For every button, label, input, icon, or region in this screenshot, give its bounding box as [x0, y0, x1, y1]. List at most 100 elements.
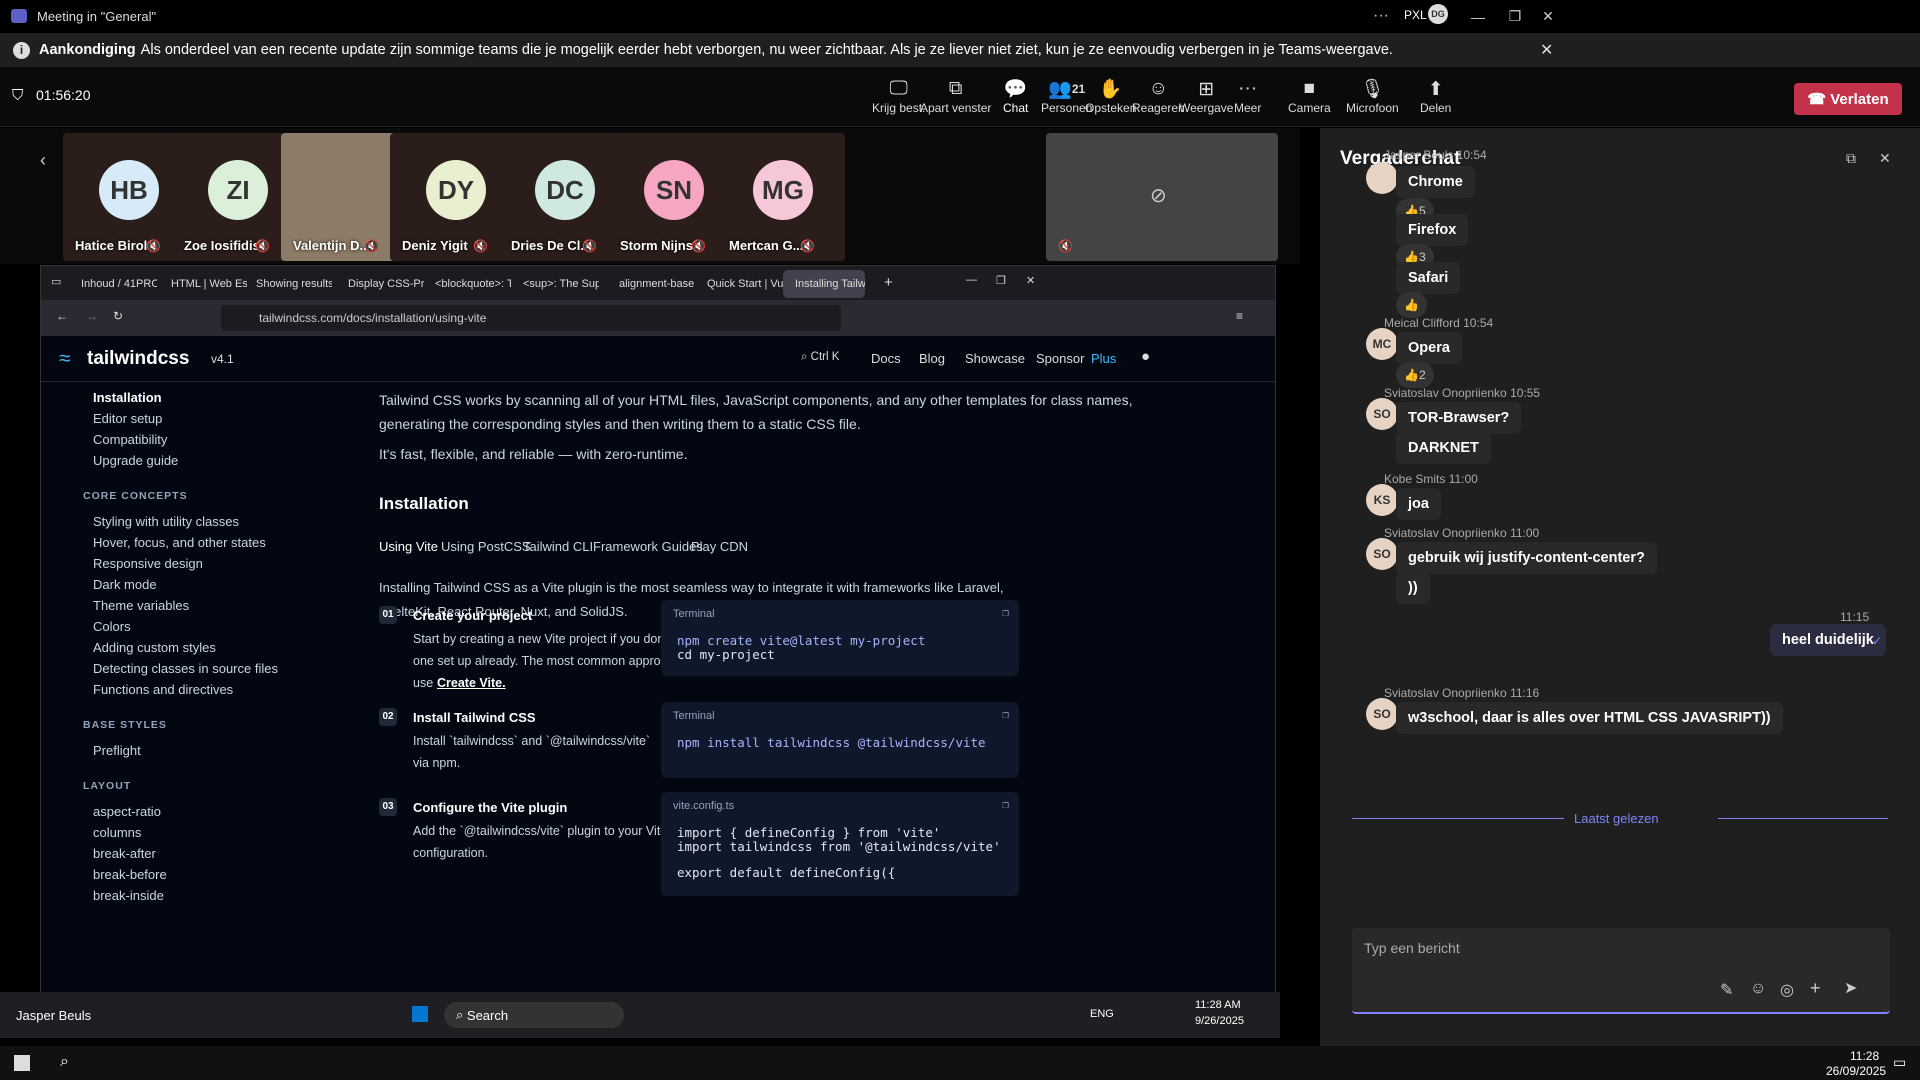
browser-tab[interactable]: Installing Tailw...	[783, 270, 865, 298]
search-icon[interactable]: ⌕	[60, 1053, 69, 1071]
view-button[interactable]: ⊞ Weergave	[1179, 77, 1233, 116]
sidebar-item[interactable]: Responsive design	[93, 556, 203, 571]
restore-icon[interactable]: ❐	[996, 274, 1006, 287]
more-icon[interactable]: ···	[1373, 7, 1389, 25]
nav-blog[interactable]: Blog	[919, 351, 945, 366]
sidebar-item[interactable]: Hover, focus, and other states	[93, 535, 266, 550]
search-box[interactable]: ⌕ Search	[444, 1002, 624, 1028]
forward-icon[interactable]: →	[86, 309, 98, 323]
close-icon[interactable]: ✕	[1879, 150, 1891, 167]
install-tab[interactable]: Framework Guides	[593, 539, 703, 554]
sidebar-item[interactable]: Adding custom styles	[93, 640, 216, 655]
participant-tile[interactable]: MG Mertcan G... 🔇	[717, 133, 845, 261]
sidebar-item[interactable]: Theme variables	[93, 598, 189, 613]
sidebar-item[interactable]: columns	[93, 825, 141, 840]
format-icon[interactable]: ✎	[1720, 980, 1733, 1000]
nav-docs[interactable]: Docs	[871, 351, 901, 366]
sidebar-item[interactable]: Upgrade guide	[93, 453, 178, 468]
version-select[interactable]: v4.1	[211, 352, 234, 366]
notification-icon[interactable]: ▭	[1893, 1054, 1906, 1071]
nav-showcase[interactable]: Showcase	[965, 351, 1025, 366]
sidebar-item[interactable]: break-after	[93, 846, 156, 861]
browser-tab[interactable]: HTML | Web Esse...	[159, 270, 247, 298]
avatar[interactable]: DG	[1428, 4, 1448, 24]
language-indicator[interactable]: ENG	[1090, 1008, 1114, 1020]
camera-button[interactable]: ■ Camera	[1288, 77, 1331, 115]
share-button[interactable]: ⬆ Delen	[1420, 77, 1451, 116]
sidebar-item[interactable]: break-inside	[93, 888, 164, 903]
copy-icon[interactable]: ❐	[1002, 606, 1009, 619]
url-field[interactable]: tailwindcss.com/docs/installation/using-…	[221, 305, 841, 331]
screen-button[interactable]: 🖵 Krijg best.	[872, 77, 925, 115]
new-tab-icon[interactable]: +	[884, 274, 893, 291]
raise-hand-button[interactable]: ✋ Opsteken	[1085, 77, 1136, 115]
more-button[interactable]: ··· Meer	[1234, 77, 1261, 115]
prev-icon[interactable]: ‹	[40, 150, 46, 171]
chat-message[interactable]: TOR-Brawser?	[1396, 402, 1522, 434]
copy-icon[interactable]: ❐	[1002, 708, 1009, 721]
install-tab[interactable]: Using PostCSS	[441, 539, 531, 554]
menu-icon[interactable]: ≡	[1236, 309, 1243, 323]
create-vite-link[interactable]: Create Vite.	[437, 676, 506, 690]
chat-message[interactable]: Chrome	[1396, 166, 1475, 198]
nav-plus[interactable]: Plus	[1091, 351, 1116, 366]
chat-message[interactable]: Safari	[1396, 262, 1461, 294]
close-banner-icon[interactable]: ✕	[1540, 40, 1553, 60]
tab-list-icon[interactable]: ▭	[51, 275, 61, 288]
mic-button[interactable]: 🎙 Microfoon	[1346, 77, 1399, 115]
leave-button[interactable]: ☎ Verlaten	[1794, 83, 1902, 115]
browser-tab[interactable]: Showing results f...	[244, 270, 332, 298]
github-icon[interactable]: ●	[1141, 348, 1150, 365]
sidebar-item[interactable]: aspect-ratio	[93, 804, 161, 819]
windows-start-icon[interactable]	[412, 1006, 428, 1022]
search-button[interactable]: ⌕ Ctrl K	[801, 351, 839, 364]
reload-icon[interactable]: ↻	[113, 309, 123, 323]
browser-tab[interactable]: Quick Start | Vue...	[695, 270, 783, 298]
message-input[interactable]: Typ een bericht ✎ ☺ ◎ + ➤	[1352, 928, 1890, 1014]
windows-start-icon[interactable]	[14, 1055, 30, 1071]
chat-message[interactable]: Opera	[1396, 332, 1462, 364]
sidebar-item[interactable]: Detecting classes in source files	[93, 661, 278, 676]
browser-tab[interactable]: <blockquote>: Th...	[423, 270, 511, 298]
chat-message[interactable]: w3school, daar is alles over HTML CSS JA…	[1396, 702, 1783, 734]
clock-date[interactable]: 9/26/2025	[1195, 1015, 1244, 1027]
browser-tab[interactable]: Inhoud / 41PRO1...	[69, 270, 157, 298]
minimize-icon[interactable]: —	[966, 274, 977, 286]
taskbar-time[interactable]: 11:28	[1850, 1049, 1879, 1063]
sidebar-item[interactable]: Functions and directives	[93, 682, 233, 697]
sidebar-item[interactable]: Dark mode	[93, 577, 157, 592]
self-video-tile[interactable]: ⊘ 🔇	[1046, 133, 1278, 261]
site-logo[interactable]: tailwindcss	[87, 348, 189, 370]
browser-tab[interactable]: alignment-baselin...	[607, 270, 695, 298]
nav-sponsor[interactable]: Sponsor	[1036, 351, 1084, 366]
sidebar-item[interactable]: Colors	[93, 619, 131, 634]
copy-icon[interactable]: ❐	[1002, 798, 1009, 811]
close-icon[interactable]: ✕	[1525, 0, 1571, 33]
install-tab[interactable]: Play CDN	[691, 539, 748, 554]
close-icon[interactable]: ✕	[1026, 274, 1035, 287]
chat-button[interactable]: 💬 Chat	[996, 77, 1036, 136]
sidebar-item[interactable]: Preflight	[93, 743, 141, 758]
chat-message[interactable]: joa	[1396, 488, 1441, 520]
chat-message[interactable]: heel duidelijk	[1770, 624, 1886, 656]
popout-icon[interactable]: ⧉	[1846, 150, 1856, 167]
sidebar-item[interactable]: Styling with utility classes	[93, 514, 239, 529]
react-button[interactable]: ☺ Reageren	[1132, 77, 1185, 115]
sidebar-item[interactable]: Editor setup	[93, 411, 162, 426]
browser-tab[interactable]: Display CSS-Prop...	[336, 270, 424, 298]
chat-message[interactable]: gebruik wij justify-content-center?	[1396, 542, 1657, 574]
sidebar-item[interactable]: break-before	[93, 867, 167, 882]
chat-message[interactable]: DARKNET	[1396, 432, 1491, 464]
loop-icon[interactable]: ◎	[1780, 980, 1794, 1000]
emoji-icon[interactable]: ☺	[1750, 980, 1766, 998]
clock-time[interactable]: 11:28 AM	[1195, 999, 1241, 1011]
browser-tab[interactable]: <sup>: The Supe...	[511, 270, 599, 298]
install-tab[interactable]: Tailwind CLI	[523, 539, 593, 554]
taskbar-date[interactable]: 26/09/2025	[1826, 1064, 1886, 1078]
reaction[interactable]: 👍 2	[1396, 362, 1434, 388]
plus-icon[interactable]: +	[1810, 978, 1821, 999]
chat-message[interactable]: ))	[1396, 572, 1430, 604]
install-tab[interactable]: Using Vite	[379, 539, 438, 554]
chat-message[interactable]: Firefox	[1396, 214, 1469, 246]
sidebar-item[interactable]: Compatibility	[93, 432, 167, 447]
